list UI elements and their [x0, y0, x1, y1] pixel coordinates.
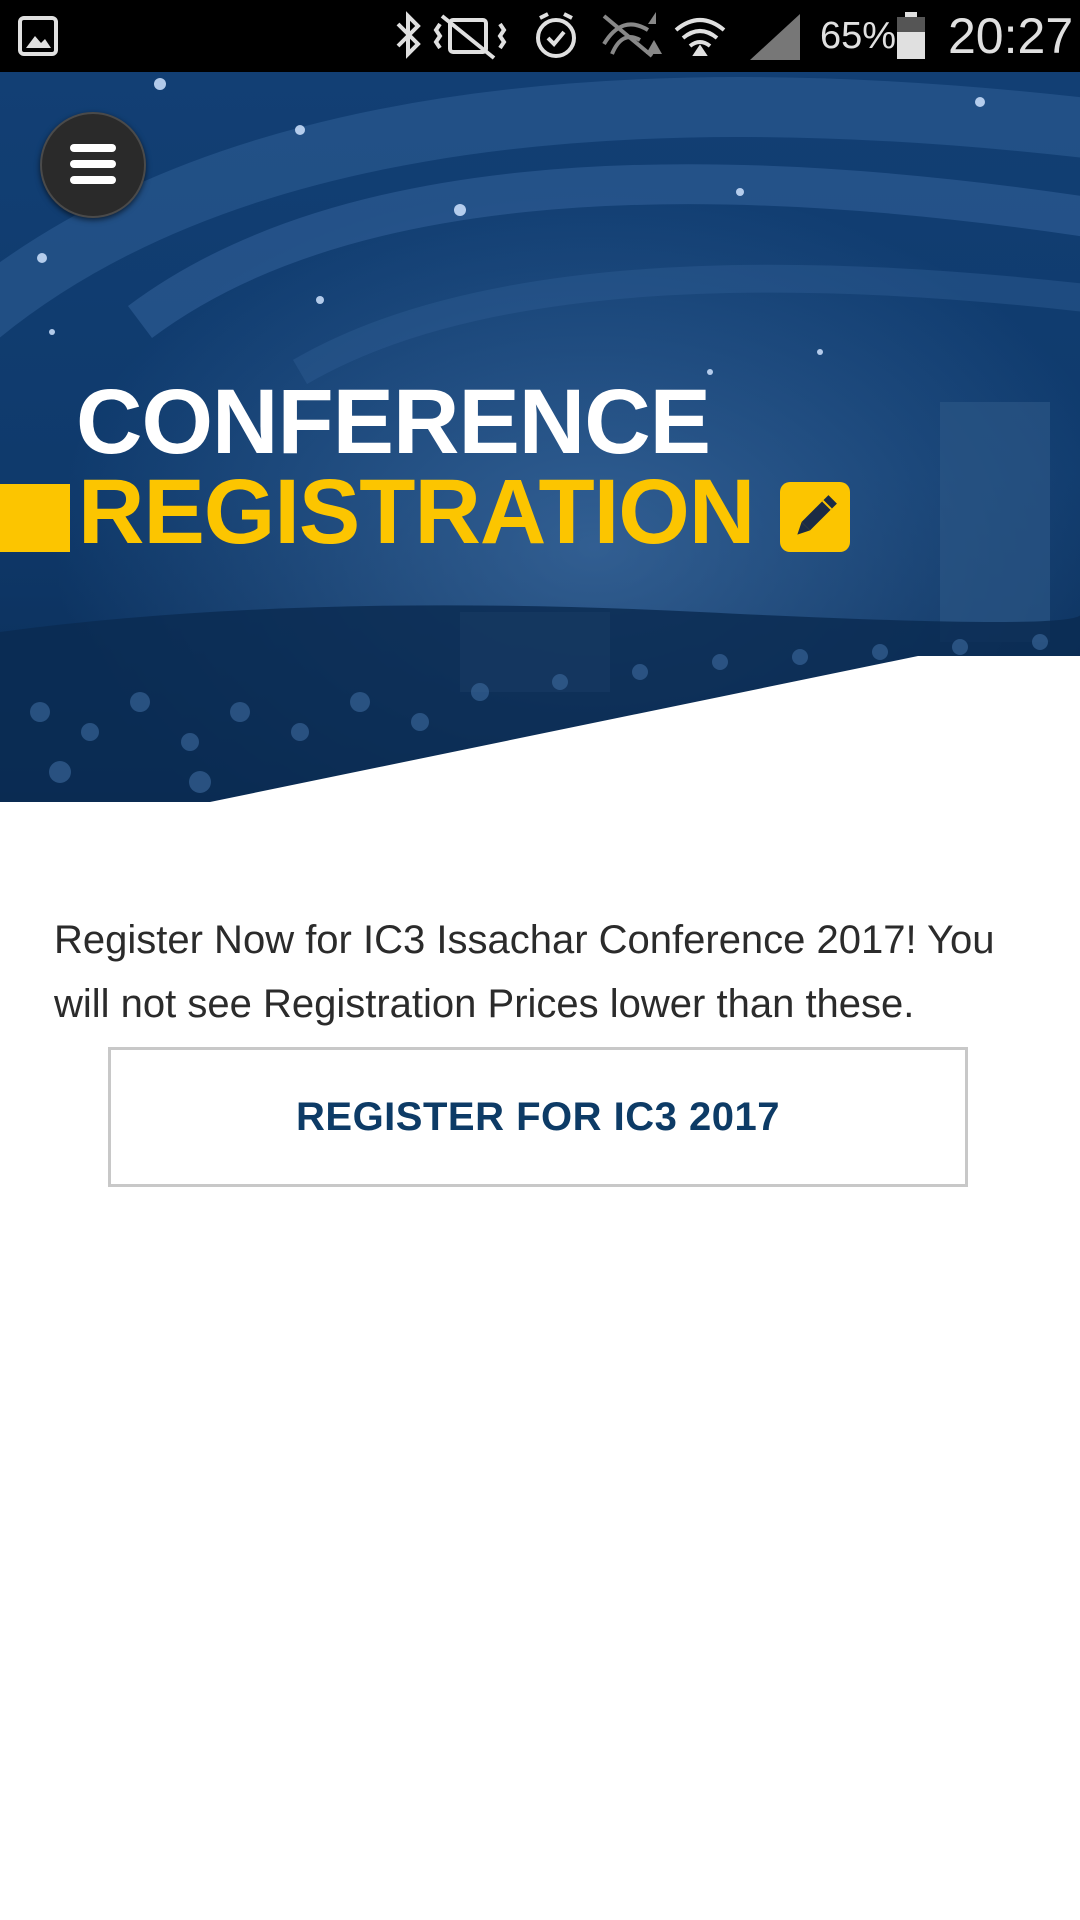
clock: 20:27: [948, 8, 1074, 64]
gallery-icon: [18, 16, 58, 56]
hamburger-menu-icon: [70, 144, 116, 152]
status-bar: 65% 20:27: [0, 0, 1080, 72]
battery-icon: [897, 12, 925, 59]
hamburger-menu-icon-bar-3: [70, 176, 116, 184]
battery-percent: 65%: [820, 15, 897, 57]
register-button[interactable]: REGISTER FOR IC3 2017: [108, 1047, 968, 1187]
wifi-icon: [674, 18, 726, 56]
hero-title-line2: REGISTRATION: [78, 461, 755, 563]
signal-icon: [750, 14, 800, 60]
status-icons: [396, 11, 800, 60]
hero-title-line1: CONFERENCE: [76, 371, 711, 473]
hero-banner: CONFERENCE REGISTRATION: [0, 72, 1080, 802]
data-off-icon: [602, 12, 662, 58]
hamburger-menu-icon-bar-2: [70, 160, 116, 168]
pencil-icon: [780, 482, 850, 552]
accent-block: [0, 484, 70, 552]
intro-paragraph: Register Now for IC3 Issachar Conference…: [54, 918, 995, 1026]
vibrate-mute-icon: [433, 14, 507, 60]
register-button-label: REGISTER FOR IC3 2017: [296, 1094, 780, 1139]
menu-button[interactable]: [40, 112, 146, 218]
bluetooth-icon: [396, 11, 421, 59]
alarm-icon: [536, 12, 576, 58]
